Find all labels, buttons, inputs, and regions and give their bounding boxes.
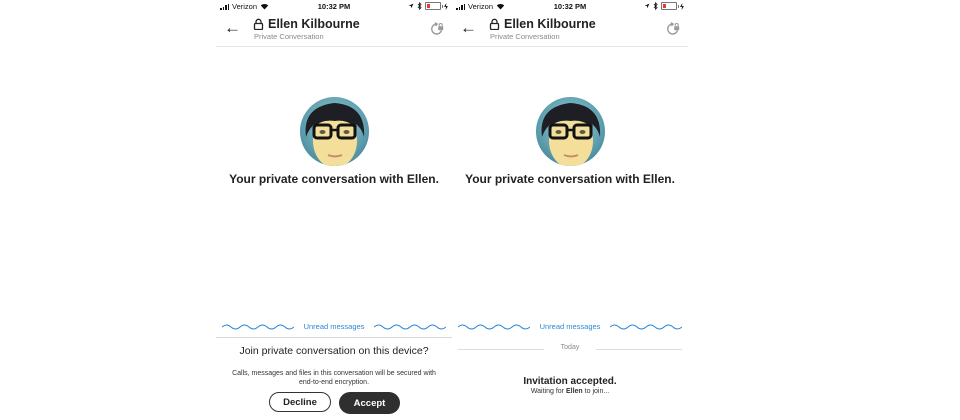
battery-icon	[661, 2, 679, 10]
status-bar: Verizon 10:32 PM	[216, 0, 452, 13]
bluetooth-icon	[417, 2, 422, 10]
conversation-header: ← Ellen Kilbourne Private Conversation	[452, 13, 688, 47]
unread-divider: Unread messages	[452, 319, 688, 335]
wave-decoration-right	[610, 324, 682, 330]
charging-icon	[444, 2, 448, 10]
join-prompt-panel: Join private conversation on this device…	[216, 337, 452, 420]
status-bar: Verizon 10:32 PM	[452, 0, 688, 13]
conversation-type: Private Conversation	[254, 32, 324, 41]
conversation-header: ← Ellen Kilbourne Private Conversation	[216, 13, 452, 47]
conversation-headline: Your private conversation with Ellen.	[465, 172, 675, 186]
conversation-type: Private Conversation	[490, 32, 560, 41]
waiting-name: Ellen	[565, 388, 583, 395]
decline-button[interactable]: Decline	[269, 392, 331, 412]
header-title-group: Ellen Kilbourne Private Conversation	[489, 17, 596, 41]
conversation-headline: Your private conversation with Ellen.	[229, 172, 439, 186]
avatar	[536, 97, 605, 166]
back-arrow-icon[interactable]: ←	[460, 19, 477, 36]
wave-decoration-right	[374, 324, 446, 330]
location-icon	[408, 3, 414, 9]
lock-icon	[253, 18, 264, 30]
waiting-status: Waiting for Ellen to join...	[452, 388, 688, 395]
contact-name[interactable]: Ellen Kilbourne	[504, 17, 596, 31]
phone-screen-accepted: Verizon 10:32 PM ← Ellen Kilbourne Priva…	[452, 0, 688, 420]
waiting-prefix: Waiting for	[530, 388, 565, 395]
avatar	[300, 97, 369, 166]
location-icon	[644, 3, 650, 9]
date-divider: Today	[452, 343, 688, 355]
waiting-suffix: to join...	[584, 388, 610, 395]
bluetooth-icon	[653, 2, 658, 10]
lock-icon	[489, 18, 500, 30]
charging-icon	[680, 2, 684, 10]
accept-button[interactable]: Accept	[339, 392, 400, 414]
refresh-lock-icon[interactable]	[430, 22, 444, 36]
refresh-lock-icon[interactable]	[666, 22, 680, 36]
phone-screen-invitation: Verizon 10:32 PM ← Ellen Kilbourne Priva…	[216, 0, 452, 420]
join-prompt-description: Calls, messages and files in this conver…	[232, 370, 436, 386]
avatar-photo	[300, 97, 369, 166]
divider-line-right	[596, 349, 682, 350]
back-arrow-icon[interactable]: ←	[224, 19, 241, 36]
contact-name[interactable]: Ellen Kilbourne	[268, 17, 360, 31]
invitation-accepted-title: Invitation accepted.	[523, 376, 617, 387]
avatar-photo	[536, 97, 605, 166]
unread-divider: Unread messages	[216, 319, 452, 335]
join-prompt-title: Join private conversation on this device…	[239, 345, 429, 357]
battery-icon	[425, 2, 443, 10]
header-title-group: Ellen Kilbourne Private Conversation	[253, 17, 360, 41]
